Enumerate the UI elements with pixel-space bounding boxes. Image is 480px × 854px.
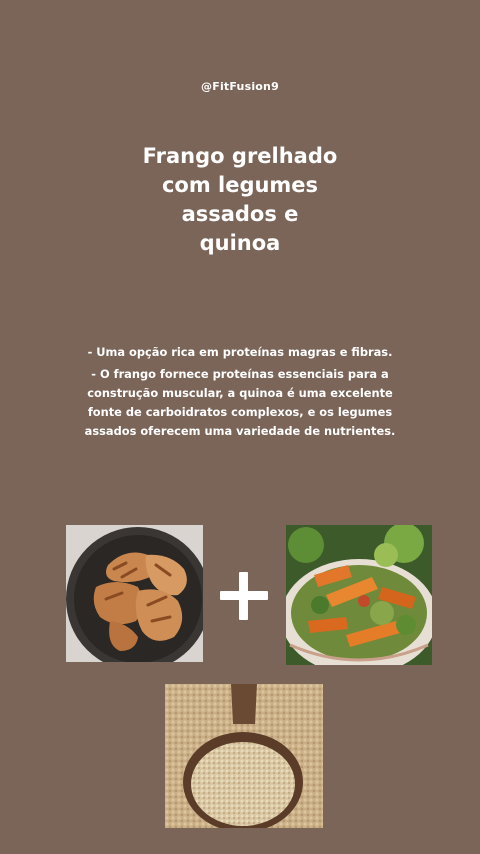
title-line: com legumes [161,173,319,197]
roasted-vegetables-photo [286,525,432,665]
title-line: Frango grelhado [142,144,338,168]
account-handle: @FitFusion9 [201,80,279,93]
recipe-title: Frango grelhado com legumes assados e qu… [120,142,360,258]
grilled-chicken-photo [66,525,203,662]
description: - Uma opção rica em proteínas magras e f… [70,343,410,444]
title-line: quinoa [199,231,281,255]
bullet-item: - O frango fornece proteínas essenciais … [84,367,396,438]
title-line: assados e [181,202,299,226]
plus-icon [220,572,268,620]
quinoa-spoon-photo [165,684,323,828]
bullet-item: - Uma opção rica em proteínas magras e f… [87,345,393,359]
